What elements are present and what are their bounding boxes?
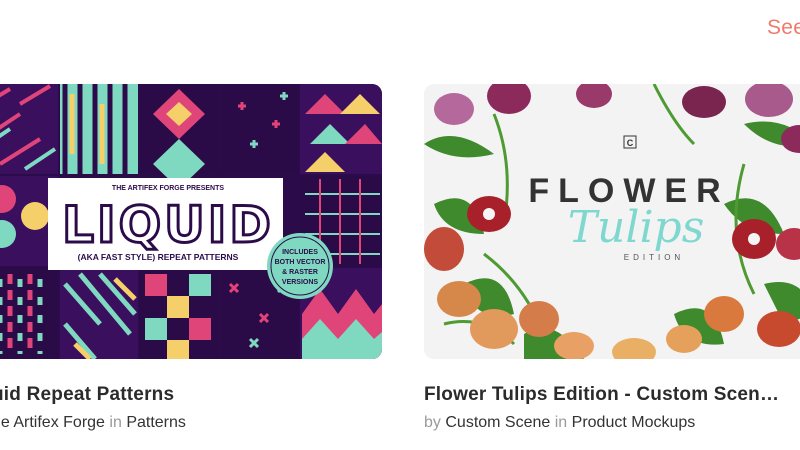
brand-logo-letter: C — [627, 138, 634, 148]
product-thumbnail[interactable]: C FLOWER Tulips EDITION — [424, 84, 800, 359]
liquid-patterns-artwork: THE ARTIFEX FORGE PRESENTS LIQUID (AKA F… — [0, 84, 382, 359]
artwork-subline: EDITION — [624, 253, 684, 262]
card-tulips-info: Flower Tulips Edition - Custom Scen… by … — [424, 369, 800, 432]
author-link[interactable]: he Artifex Forge — [0, 414, 105, 431]
in-label: in — [109, 414, 122, 431]
product-card-liquid-patterns[interactable]: THE ARTIFEX FORGE PRESENTS LIQUID (AKA F… — [0, 84, 382, 359]
artwork-script: Tulips — [568, 202, 705, 253]
see-all-link[interactable]: See — [767, 16, 800, 40]
in-label: in — [554, 414, 568, 431]
svg-text:& RASTER: & RASTER — [282, 269, 318, 276]
card-liquid-info: uid Repeat Patterns he Artifex Forge in … — [0, 369, 412, 432]
author-link[interactable]: Custom Scene — [445, 414, 550, 431]
card-title[interactable]: Flower Tulips Edition - Custom Scen… — [424, 384, 800, 406]
artwork-kicker: THE ARTIFEX FORGE PRESENTS — [112, 185, 224, 192]
product-thumbnail[interactable]: THE ARTIFEX FORGE PRESENTS LIQUID (AKA F… — [0, 84, 382, 359]
artwork-subline: (AKA FAST STYLE) REPEAT PATTERNS — [78, 252, 239, 262]
artwork-headline: LIQUID — [62, 196, 274, 254]
product-card-flower-tulips[interactable]: C FLOWER Tulips EDITION — [424, 84, 800, 359]
category-link[interactable]: Product Mockups — [572, 414, 696, 431]
flower-tulips-artwork: C FLOWER Tulips EDITION — [424, 84, 800, 359]
card-meta: by Custom Scene in Product Mockups — [424, 414, 800, 432]
card-meta: he Artifex Forge in Patterns — [0, 414, 412, 432]
card-title[interactable]: uid Repeat Patterns — [0, 384, 412, 406]
svg-text:INCLUDES: INCLUDES — [282, 249, 318, 256]
feature-badge — [267, 233, 333, 299]
category-link[interactable]: Patterns — [126, 414, 186, 431]
by-label: by — [424, 414, 441, 431]
svg-text:VERSIONS: VERSIONS — [282, 279, 319, 286]
svg-text:BOTH VECTOR: BOTH VECTOR — [275, 259, 326, 266]
